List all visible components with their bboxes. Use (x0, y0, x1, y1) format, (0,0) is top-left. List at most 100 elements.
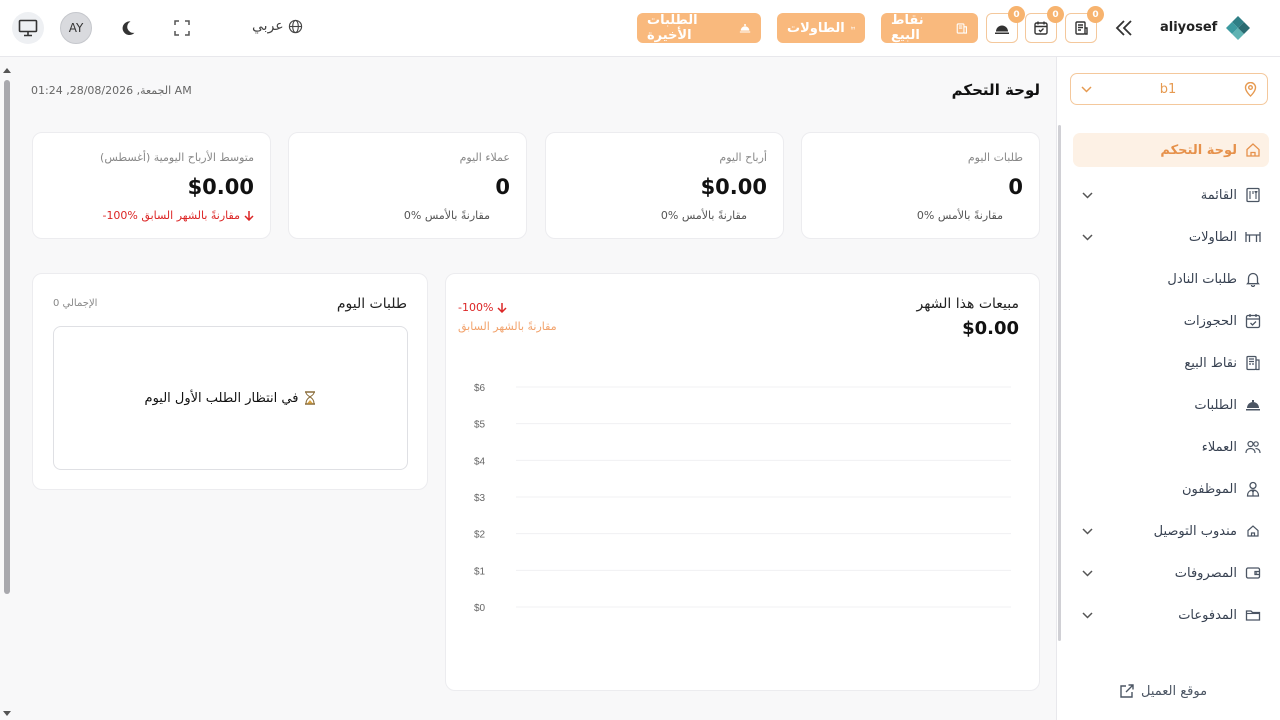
sidebar-item[interactable]: القائمة (1073, 174, 1269, 216)
sidebar-item[interactable]: مندوب التوصيل (1073, 510, 1269, 552)
notification-badge: 0 (1047, 6, 1064, 23)
sidebar: b1 لوحة التحكم القائمة الطاولات طلبات الناد… (1056, 57, 1280, 720)
monitor-icon (18, 19, 38, 37)
branch-selector[interactable]: b1 (1070, 73, 1268, 105)
monthly-sales-title: مبيعات هذا الشهر (916, 296, 1020, 312)
sidebar-item-content: الحجوزات (1184, 313, 1261, 329)
stat-label: طلبات اليوم (967, 151, 1023, 164)
hourglass-icon (305, 391, 316, 405)
page-title: لوحة التحكم (951, 81, 1040, 99)
customer-site-link[interactable]: موقع العميل (1119, 683, 1207, 699)
sidebar-item[interactable]: لوحة التحكم (1073, 133, 1269, 167)
sidebar-item-label: المصروفات (1174, 565, 1237, 581)
sidebar-item-content: العملاء (1202, 439, 1261, 455)
avatar[interactable]: AY (60, 12, 92, 44)
logo-icon (1226, 16, 1250, 40)
fullscreen-icon (174, 20, 190, 36)
sidebar-item-label: لوحة التحكم (1160, 142, 1237, 158)
stat-compare: 0% مقارنةً بالأمس (403, 209, 490, 222)
stat-card-today-customers: عملاء اليوم 0 0% مقارنةً بالأمس (288, 132, 527, 239)
chart-y-tick-label: $2 (474, 530, 486, 541)
wallet-icon (1245, 567, 1261, 579)
sidebar-item-label: مندوب التوصيل (1153, 523, 1237, 539)
staff-icon (1246, 481, 1260, 497)
language-switch[interactable]: عربي (252, 18, 303, 34)
chevron-down-icon (1081, 233, 1093, 241)
chart-y-tick-label: $5 (474, 420, 486, 431)
reservations-notification-button[interactable]: 0 (1025, 6, 1064, 43)
stat-card-today-orders: طلبات اليوم 0 0% مقارنةً بالأمس (801, 132, 1040, 239)
users-icon (1245, 440, 1261, 454)
customer-site-label: موقع العميل (1141, 683, 1208, 699)
language-label: عربي (252, 18, 284, 34)
pos-icon (957, 22, 968, 34)
sidebar-item[interactable]: الحجوزات (1073, 300, 1269, 342)
sidebar-item-content: المصروفات (1175, 565, 1261, 581)
cloche-icon (995, 25, 1009, 34)
monthly-sales-value: $0.00 (962, 318, 1019, 339)
delivery-icon (1247, 525, 1259, 537)
pos-notification-button[interactable]: 0 (1065, 6, 1104, 43)
empty-message: في انتظار الطلب الأول اليوم (144, 390, 299, 406)
brand-logo (1224, 14, 1252, 46)
sidebar-item[interactable]: الطلبات (1073, 384, 1269, 426)
main-scrollbar-thumb[interactable] (4, 80, 10, 594)
main-scrollbar[interactable] (3, 66, 11, 718)
stat-label: عملاء اليوم (459, 151, 510, 164)
sidebar-item[interactable]: الموظفون (1073, 468, 1269, 510)
sidebar-item-label: نقاط البيع (1184, 355, 1237, 371)
calendar-check-icon (1245, 314, 1261, 329)
sidebar-item-label: الموظفون (1182, 481, 1237, 497)
arrow-down-icon (497, 303, 507, 313)
stat-compare: 0% مقارنةً بالأمس (660, 209, 747, 222)
notification-badge: 0 (1008, 6, 1025, 23)
collapse-sidebar-button[interactable] (1114, 18, 1134, 42)
dark-mode-button[interactable] (112, 12, 144, 44)
monthly-sales-change: -100% (458, 301, 507, 314)
menu-icon (1246, 187, 1260, 203)
cloche-icon (739, 24, 751, 33)
chevron-down-icon (1081, 191, 1093, 199)
chart-y-tick-label: $1 (474, 566, 486, 577)
arrow-down-icon (244, 211, 254, 221)
sidebar-item[interactable]: نقاط البيع (1073, 342, 1269, 384)
sidebar-item-label: الحجوزات (1183, 313, 1237, 329)
sidebar-item-label: المدفوعات (1178, 607, 1237, 623)
cloche-icon (1246, 400, 1260, 411)
home-icon (1246, 143, 1260, 157)
sidebar-item-content: المدفوعات (1178, 607, 1261, 623)
sidebar-item-label: العملاء (1201, 439, 1237, 455)
globe-icon (288, 19, 302, 33)
stat-value: 0 (1008, 175, 1023, 199)
tables-label: الطاولات (787, 20, 845, 36)
sidebar-item[interactable]: العملاء (1073, 426, 1269, 468)
scroll-down-icon (3, 711, 11, 716)
sidebar-item-label: طلبات النادل (1167, 271, 1237, 287)
sidebar-item[interactable]: طلبات النادل (1073, 258, 1269, 300)
recent-orders-button[interactable]: الطلبات الأخيرة (637, 13, 761, 43)
sidebar-item-label: الطلبات (1194, 397, 1237, 413)
sidebar-item-content: مندوب التوصيل (1154, 523, 1261, 539)
app-root: AY عربي الطلبات الأخيرة الطاولات نقاط ال… (0, 0, 1280, 720)
pos-label: نقاط البيع (891, 13, 924, 43)
monitor-button[interactable] (12, 12, 44, 44)
sidebar-item[interactable]: المصروفات (1073, 552, 1269, 594)
sidebar-item-content: القائمة (1201, 187, 1261, 203)
folder-icon (1245, 610, 1261, 621)
stat-value: $0.00 (187, 175, 254, 199)
orders-notification-button[interactable]: 0 (986, 6, 1025, 43)
sidebar-item-content: لوحة التحكم (1160, 142, 1261, 158)
sidebar-item-content: الموظفون (1182, 481, 1261, 497)
stat-card-today-profits: أرباح اليوم $0.00 0% مقارنةً بالأمس (545, 132, 784, 239)
sidebar-item[interactable]: الطاولات (1073, 216, 1269, 258)
monthly-sales-change-text: -100% (458, 301, 494, 314)
table-icon (850, 26, 855, 30)
external-link-icon (1120, 684, 1134, 698)
sidebar-item-label: القائمة (1200, 187, 1237, 203)
sidebar-item[interactable]: المدفوعات (1073, 594, 1269, 636)
tables-button[interactable]: الطاولات (777, 13, 865, 43)
fullscreen-button[interactable] (166, 12, 198, 44)
branch-name: b1 (1159, 81, 1177, 97)
pos-button[interactable]: نقاط البيع (881, 13, 978, 43)
sidebar-scrollbar[interactable] (1058, 125, 1061, 641)
